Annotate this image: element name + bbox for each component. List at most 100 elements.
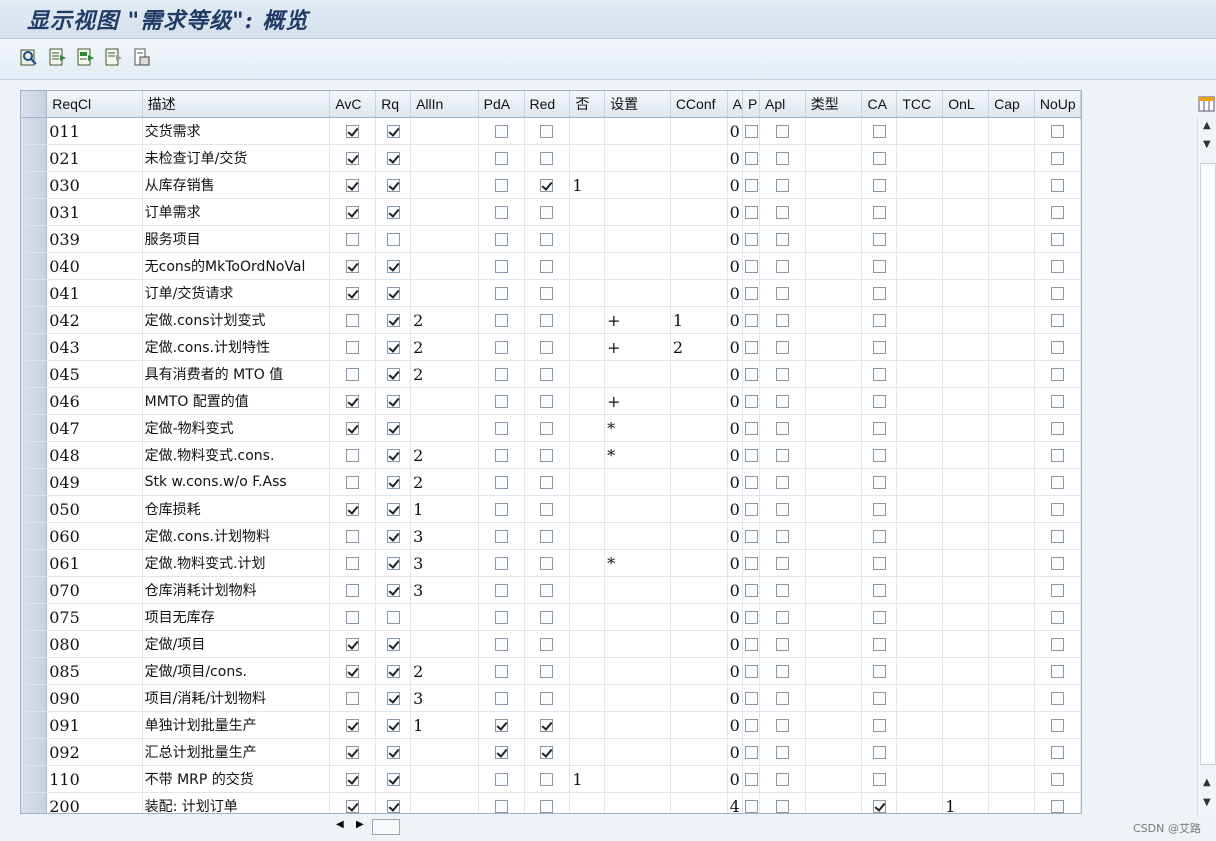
avc-checkbox[interactable]	[346, 691, 360, 705]
pda-checkbox[interactable]	[494, 610, 508, 624]
red-checkbox[interactable]	[540, 637, 554, 651]
red-checkbox[interactable]	[540, 394, 554, 408]
rq-checkbox[interactable]	[386, 124, 400, 138]
row-selector[interactable]	[21, 387, 48, 415]
noup-checkbox[interactable]	[1050, 286, 1064, 300]
p-checkbox[interactable]	[744, 799, 758, 813]
cell-desc[interactable]: 项目/消耗/计划物料	[142, 684, 331, 712]
table-row[interactable]: 090 项目/消耗/计划物料 3 0	[21, 684, 1081, 712]
pda-checkbox[interactable]	[494, 178, 508, 192]
rq-checkbox[interactable]	[386, 691, 400, 705]
cell-reqcl[interactable]: 092	[46, 738, 143, 766]
rq-checkbox[interactable]	[386, 799, 400, 813]
avc-checkbox[interactable]	[346, 610, 360, 624]
cell-desc[interactable]: 服务项目	[142, 225, 331, 253]
table-row[interactable]: 011 交货需求 0	[21, 117, 1081, 145]
column-header[interactable]: 类型	[805, 91, 863, 118]
noup-checkbox[interactable]	[1050, 718, 1064, 732]
red-checkbox[interactable]	[540, 178, 554, 192]
p-checkbox[interactable]	[744, 448, 758, 462]
row-selector[interactable]	[21, 792, 48, 813]
avc-checkbox[interactable]	[346, 124, 360, 138]
table-row[interactable]: 085 定做/项目/cons. 2 0	[21, 657, 1081, 685]
ca-checkbox[interactable]	[872, 286, 886, 300]
rq-checkbox[interactable]	[386, 475, 400, 489]
cell-desc[interactable]: 仓库损耗	[142, 495, 331, 523]
ca-checkbox[interactable]	[872, 232, 886, 246]
scroll-thumb[interactable]	[1200, 163, 1216, 765]
table-row[interactable]: 061 定做.物料变式.计划 3 * 0	[21, 549, 1081, 577]
pda-checkbox[interactable]	[494, 124, 508, 138]
cell-desc[interactable]: 汇总计划批量生产	[142, 738, 331, 766]
p-checkbox[interactable]	[744, 556, 758, 570]
page-up-icon[interactable]: ▲	[1203, 777, 1211, 788]
apl-checkbox[interactable]	[775, 502, 789, 516]
red-checkbox[interactable]	[540, 718, 554, 732]
avc-checkbox[interactable]	[346, 313, 360, 327]
red-checkbox[interactable]	[540, 232, 554, 246]
cell-reqcl[interactable]: 043	[46, 333, 143, 361]
cell-reqcl[interactable]: 090	[46, 684, 143, 712]
rq-checkbox[interactable]	[386, 664, 400, 678]
red-checkbox[interactable]	[540, 313, 554, 327]
apl-checkbox[interactable]	[775, 421, 789, 435]
p-checkbox[interactable]	[744, 394, 758, 408]
noup-checkbox[interactable]	[1050, 691, 1064, 705]
cell-desc[interactable]: 定做/项目/cons.	[142, 657, 331, 685]
cell-reqcl[interactable]: 045	[46, 360, 143, 388]
ca-checkbox[interactable]	[872, 772, 886, 786]
noup-checkbox[interactable]	[1050, 151, 1064, 165]
apl-checkbox[interactable]	[775, 529, 789, 543]
row-selector[interactable]	[21, 738, 48, 766]
pda-checkbox[interactable]	[494, 313, 508, 327]
row-selector[interactable]	[21, 360, 48, 388]
column-header[interactable]: 否	[569, 91, 606, 118]
avc-checkbox[interactable]	[346, 583, 360, 597]
red-checkbox[interactable]	[540, 151, 554, 165]
pda-checkbox[interactable]	[494, 475, 508, 489]
pda-checkbox[interactable]	[494, 502, 508, 516]
rq-checkbox[interactable]	[386, 502, 400, 516]
noup-checkbox[interactable]	[1050, 475, 1064, 489]
cell-reqcl[interactable]: 021	[46, 144, 143, 172]
noup-checkbox[interactable]	[1050, 448, 1064, 462]
rq-checkbox[interactable]	[386, 286, 400, 300]
print-icon[interactable]	[132, 47, 152, 67]
rq-checkbox[interactable]	[386, 367, 400, 381]
avc-checkbox[interactable]	[346, 772, 360, 786]
p-checkbox[interactable]	[744, 340, 758, 354]
rq-checkbox[interactable]	[386, 772, 400, 786]
horizontal-scrollbar[interactable]: ◀ ▶	[332, 817, 1200, 837]
ca-checkbox[interactable]	[872, 664, 886, 678]
rq-checkbox[interactable]	[386, 610, 400, 624]
red-checkbox[interactable]	[540, 448, 554, 462]
column-header[interactable]: AvC	[329, 91, 377, 118]
p-checkbox[interactable]	[744, 475, 758, 489]
noup-checkbox[interactable]	[1050, 529, 1064, 543]
avc-checkbox[interactable]	[346, 529, 360, 543]
apl-checkbox[interactable]	[775, 367, 789, 381]
red-checkbox[interactable]	[540, 259, 554, 273]
pda-checkbox[interactable]	[494, 286, 508, 300]
row-selector[interactable]	[21, 603, 48, 631]
table-row[interactable]: 200 装配: 计划订单 4 1	[21, 792, 1081, 813]
apl-checkbox[interactable]	[775, 124, 789, 138]
row-selector[interactable]	[21, 279, 48, 307]
table-row[interactable]: 030 从库存销售 1 0	[21, 171, 1081, 199]
apl-checkbox[interactable]	[775, 610, 789, 624]
cell-reqcl[interactable]: 049	[46, 468, 143, 496]
avc-checkbox[interactable]	[346, 286, 360, 300]
table-row[interactable]: 043 定做.cons.计划特性 2 +2 0	[21, 333, 1081, 361]
ca-checkbox[interactable]	[872, 718, 886, 732]
row-selector[interactable]	[21, 576, 48, 604]
p-checkbox[interactable]	[744, 529, 758, 543]
cell-reqcl[interactable]: 042	[46, 306, 143, 334]
cell-desc[interactable]: 定做.物料变式.计划	[142, 549, 331, 577]
noup-checkbox[interactable]	[1050, 205, 1064, 219]
avc-checkbox[interactable]	[346, 205, 360, 219]
row-selector[interactable]	[21, 765, 48, 793]
ca-checkbox[interactable]	[872, 421, 886, 435]
red-checkbox[interactable]	[540, 205, 554, 219]
red-checkbox[interactable]	[540, 772, 554, 786]
row-selector[interactable]	[21, 657, 48, 685]
